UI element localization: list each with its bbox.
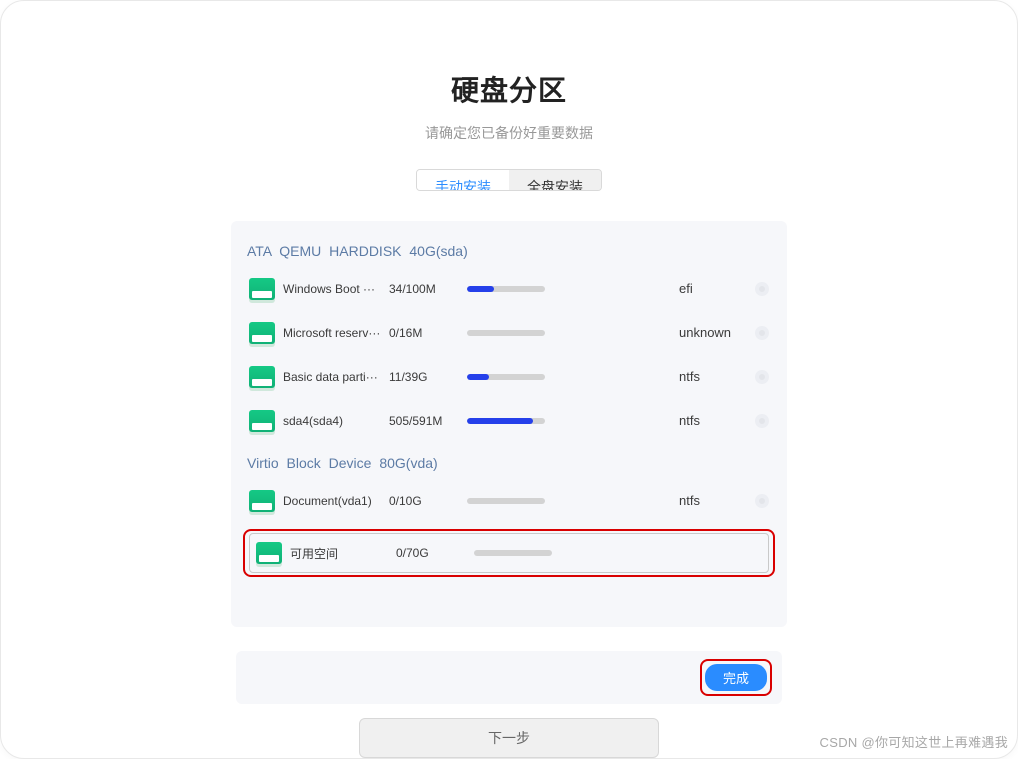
partition-row-free[interactable]: 可用空间 0/70G [249, 533, 769, 573]
partition-row[interactable]: Basic data parti··· 11/39G ntfs [247, 355, 771, 399]
partition-row[interactable]: Microsoft reserv··· 0/16M unknown [247, 311, 771, 355]
partition-row[interactable]: Windows Boot ··· 34/100M efi [247, 267, 771, 311]
partition-size: 11/39G [389, 370, 459, 384]
usage-bar [474, 550, 552, 556]
fs-type: unknown [679, 325, 749, 340]
fs-type: ntfs [679, 493, 749, 508]
partition-name: Windows Boot ··· [283, 282, 389, 296]
partition-row[interactable]: Document(vda1) 0/10G ntfs [247, 479, 771, 523]
edit-icon[interactable] [755, 494, 769, 508]
partition-size: 505/591M [389, 414, 459, 428]
partition-size: 0/16M [389, 326, 459, 340]
fs-type: efi [679, 281, 749, 296]
partition-name: Microsoft reserv··· [283, 326, 389, 340]
partition-name: Basic data parti··· [283, 370, 389, 384]
disk-icon [256, 542, 282, 564]
disk-icon [249, 322, 275, 344]
usage-bar [467, 286, 545, 292]
partition-name: 可用空间 [290, 545, 396, 562]
edit-icon[interactable] [755, 326, 769, 340]
disk-icon [249, 490, 275, 512]
page-subtitle: 请确定您已备份好重要数据 [425, 123, 593, 143]
partition-name: Document(vda1) [283, 494, 389, 508]
done-button[interactable]: 完成 [705, 664, 767, 691]
partition-size: 0/70G [396, 546, 466, 560]
partition-size: 34/100M [389, 282, 459, 296]
install-mode-tabs: 手动安装 全盘安装 [416, 169, 602, 191]
usage-bar [467, 374, 545, 380]
partition-name: sda4(sda4) [283, 414, 389, 428]
done-highlight: 完成 [700, 659, 772, 696]
installer-window: 硬盘分区 请确定您已备份好重要数据 手动安装 全盘安装 ATA QEMU HAR… [0, 0, 1018, 759]
fs-type: ntfs [679, 413, 749, 428]
edit-icon[interactable] [755, 414, 769, 428]
watermark-text: CSDN @你可知这世上再难遇我 [820, 732, 1008, 751]
disk-group-title: ATA QEMU HARDDISK 40G(sda) [247, 243, 771, 259]
usage-bar [467, 418, 545, 424]
edit-icon[interactable] [755, 282, 769, 296]
usage-bar [467, 498, 545, 504]
partition-row[interactable]: sda4(sda4) 505/591M ntfs [247, 399, 771, 443]
tab-full-install[interactable]: 全盘安装 [509, 170, 601, 190]
usage-bar [467, 330, 545, 336]
action-bar: 完成 [236, 651, 782, 704]
partition-panel: ATA QEMU HARDDISK 40G(sda) Windows Boot … [231, 221, 787, 627]
next-button[interactable]: 下一步 [359, 718, 659, 758]
disk-icon [249, 410, 275, 432]
disk-group-title: Virtio Block Device 80G(vda) [247, 455, 771, 471]
page-title: 硬盘分区 [451, 69, 567, 109]
selected-free-space-highlight: 可用空间 0/70G [243, 529, 775, 577]
disk-icon [249, 278, 275, 300]
tab-manual-install[interactable]: 手动安装 [417, 170, 509, 190]
disk-icon [249, 366, 275, 388]
fs-type: ntfs [679, 369, 749, 384]
edit-icon[interactable] [755, 370, 769, 384]
partition-size: 0/10G [389, 494, 459, 508]
